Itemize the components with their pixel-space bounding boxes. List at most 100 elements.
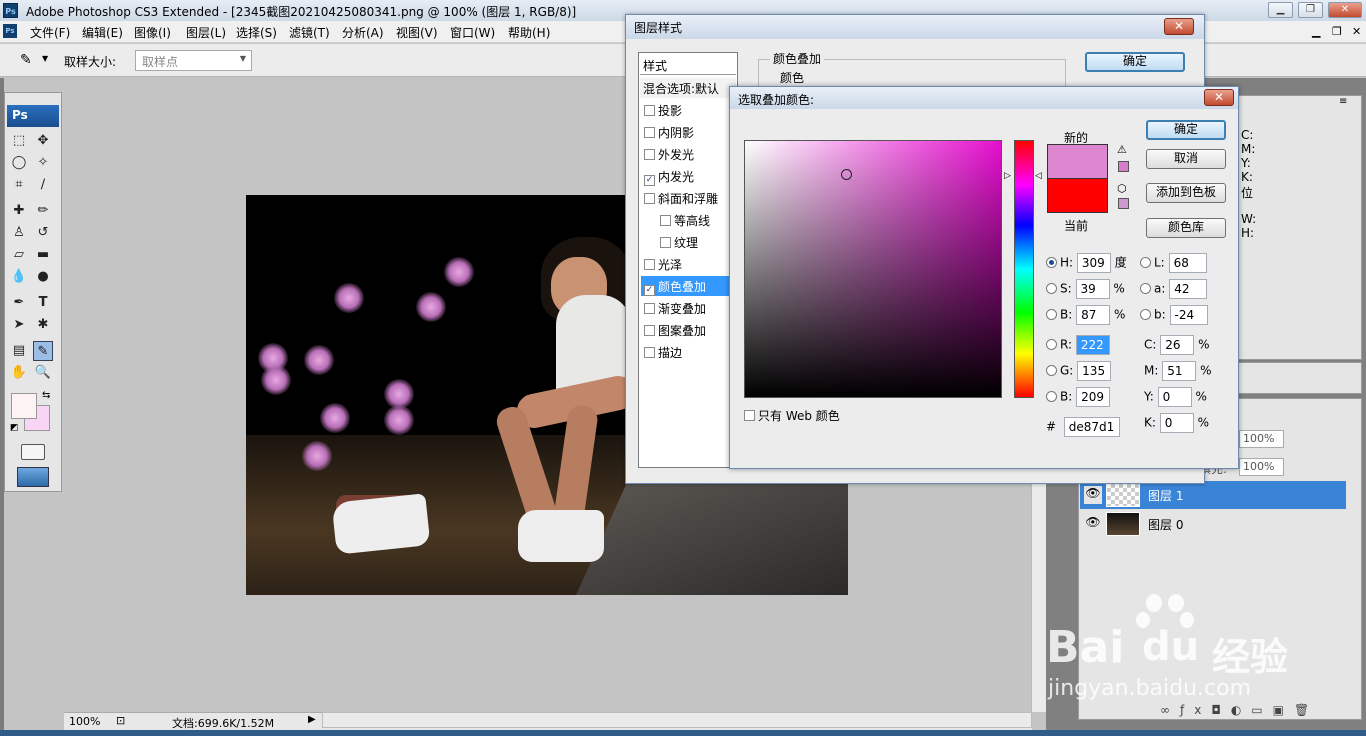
photoshop-app-icon[interactable]: Ps — [3, 3, 18, 18]
style-item-satin[interactable]: 光泽 — [641, 254, 736, 274]
menu-view[interactable]: 视图(V) — [396, 24, 438, 41]
style-item-bevel-emboss[interactable]: 斜面和浮雕 — [641, 188, 736, 208]
magic-wand-tool-icon[interactable]: ✧ — [33, 153, 53, 173]
style-item-inner-glow[interactable]: ✓ 内发光 — [641, 166, 736, 186]
menu-file[interactable]: 文件(F) — [30, 24, 70, 41]
restore-button[interactable]: ❐ — [1298, 2, 1323, 18]
red-radio[interactable] — [1046, 338, 1057, 350]
quick-mask-icon[interactable] — [21, 444, 45, 460]
panel-menu-icon[interactable]: ≡ — [1339, 96, 1347, 107]
style-item-drop-shadow[interactable]: 投影 — [641, 100, 736, 120]
menu-window[interactable]: 窗口(W) — [450, 24, 495, 41]
layer-row[interactable]: 👁 图层 0 — [1080, 510, 1346, 538]
menu-filter[interactable]: 滤镜(T) — [289, 24, 330, 41]
hue-slider-right-arrow-icon[interactable]: ◁ — [1035, 171, 1042, 181]
black-input[interactable]: 0 — [1159, 413, 1194, 433]
lab-b-radio[interactable] — [1140, 308, 1151, 320]
blend-options-item[interactable]: 混合选项:默认 — [640, 78, 736, 98]
checkbox[interactable] — [644, 127, 655, 138]
add-to-swatches-button[interactable]: 添加到色板 — [1146, 183, 1226, 203]
doc-minimize-icon[interactable]: ▁ — [1312, 25, 1320, 38]
close-icon[interactable]: ✕ — [1204, 89, 1234, 106]
layer-row[interactable]: 👁 图层 1 — [1080, 481, 1346, 509]
menu-analysis[interactable]: 分析(A) — [342, 24, 384, 41]
blue-radio[interactable] — [1046, 390, 1057, 402]
status-menu-arrow-icon[interactable]: ▶ — [308, 714, 316, 725]
close-icon[interactable]: ✕ — [1164, 18, 1194, 35]
hue-radio[interactable] — [1046, 256, 1057, 268]
custom-shape-tool-icon[interactable]: ✱ — [33, 315, 53, 335]
layer-style-ok-button[interactable]: 确定 — [1085, 52, 1185, 72]
menu-help[interactable]: 帮助(H) — [508, 24, 550, 41]
yellow-input[interactable]: 0 — [1157, 387, 1192, 407]
checkbox-checked[interactable]: ✓ — [644, 285, 655, 296]
brush-tool-icon[interactable]: ✏ — [33, 201, 53, 221]
slice-tool-icon[interactable]: ∕ — [33, 175, 53, 195]
web-safe-swatch[interactable] — [1118, 198, 1129, 209]
web-safe-cube-icon[interactable]: ⬡ — [1117, 182, 1127, 195]
zoom-tool-icon[interactable]: 🔍 — [33, 363, 53, 383]
crop-tool-icon[interactable]: ⌗ — [9, 175, 29, 195]
horizontal-scrollbar[interactable] — [322, 712, 1032, 728]
saturation-radio[interactable] — [1046, 282, 1057, 294]
menu-image[interactable]: 图像(I) — [134, 24, 171, 41]
style-item-stroke[interactable]: 描边 — [641, 342, 736, 362]
checkbox[interactable] — [644, 105, 655, 116]
eraser-tool-icon[interactable]: ▱ — [9, 245, 29, 265]
lab-a-radio[interactable] — [1140, 282, 1151, 294]
zoom-level[interactable]: 100% — [69, 715, 100, 728]
foreground-color-swatch-top[interactable] — [11, 393, 37, 419]
style-item-contour[interactable]: 等高线 — [657, 210, 735, 230]
checkbox[interactable] — [660, 215, 671, 226]
screen-mode-icon[interactable] — [17, 467, 49, 487]
saturation-input[interactable]: 39 — [1075, 279, 1110, 299]
current-color-swatch[interactable] — [1047, 178, 1108, 213]
lasso-tool-icon[interactable]: ◯ — [9, 153, 29, 173]
picker-ok-button[interactable]: 确定 — [1146, 120, 1226, 140]
move-tool-icon[interactable]: ✥ — [33, 131, 53, 151]
sample-size-select[interactable]: 取样点 ▼ — [135, 50, 252, 71]
checkbox[interactable] — [644, 303, 655, 314]
default-colors-icon[interactable]: ◩ — [10, 423, 19, 433]
hex-input[interactable]: de87d1 — [1063, 417, 1120, 437]
path-selection-tool-icon[interactable]: ➤ — [9, 315, 29, 335]
blur-tool-icon[interactable]: 💧 — [9, 267, 29, 287]
lab-a-input[interactable]: 42 — [1169, 279, 1208, 299]
checkbox[interactable] — [644, 259, 655, 270]
checkbox[interactable] — [644, 325, 655, 336]
checkbox[interactable] — [744, 410, 755, 421]
checkbox[interactable] — [660, 237, 671, 248]
dodge-tool-icon[interactable]: ● — [33, 267, 53, 287]
gradient-tool-icon[interactable]: ▬ — [33, 245, 53, 265]
opacity-field[interactable]: 100% — [1239, 430, 1284, 448]
style-item-texture[interactable]: 纹理 — [657, 232, 735, 252]
hue-input[interactable]: 309 — [1076, 253, 1111, 273]
magenta-input[interactable]: 51 — [1162, 361, 1197, 381]
color-field[interactable] — [744, 140, 1002, 398]
preset-dropdown-icon[interactable]: ▼ — [42, 54, 48, 63]
green-radio[interactable] — [1046, 364, 1057, 376]
blue-input[interactable]: 209 — [1076, 387, 1111, 407]
doc-restore-icon[interactable]: ❐ — [1332, 25, 1342, 38]
healing-brush-tool-icon[interactable]: ✚ — [9, 201, 29, 221]
color-picker-cursor[interactable] — [841, 169, 852, 180]
color-libraries-button[interactable]: 颜色库 — [1146, 218, 1226, 238]
red-input[interactable]: 222 — [1075, 335, 1110, 355]
style-item-gradient-overlay[interactable]: 渐变叠加 — [641, 298, 736, 318]
style-item-pattern-overlay[interactable]: 图案叠加 — [641, 320, 736, 340]
checkbox[interactable] — [644, 347, 655, 358]
cyan-input[interactable]: 26 — [1160, 335, 1195, 355]
brightness-radio[interactable] — [1046, 308, 1057, 320]
fill-field[interactable]: 100% — [1239, 458, 1284, 476]
history-brush-tool-icon[interactable]: ↺ — [33, 223, 53, 243]
gamut-swatch[interactable] — [1118, 161, 1129, 172]
menu-layer[interactable]: 图层(L) — [186, 24, 226, 41]
style-item-inner-shadow[interactable]: 内阴影 — [641, 122, 736, 142]
style-item-color-overlay[interactable]: ✓ 颜色叠加 — [641, 276, 736, 296]
lab-l-input[interactable]: 68 — [1168, 253, 1207, 273]
minimize-button[interactable]: ▁ — [1268, 2, 1293, 18]
swap-colors-icon[interactable]: ⇆ — [42, 390, 50, 401]
close-window-button[interactable]: ✕ — [1328, 2, 1362, 18]
brightness-input[interactable]: 87 — [1076, 305, 1111, 325]
notes-tool-icon[interactable]: ▤ — [9, 341, 29, 361]
